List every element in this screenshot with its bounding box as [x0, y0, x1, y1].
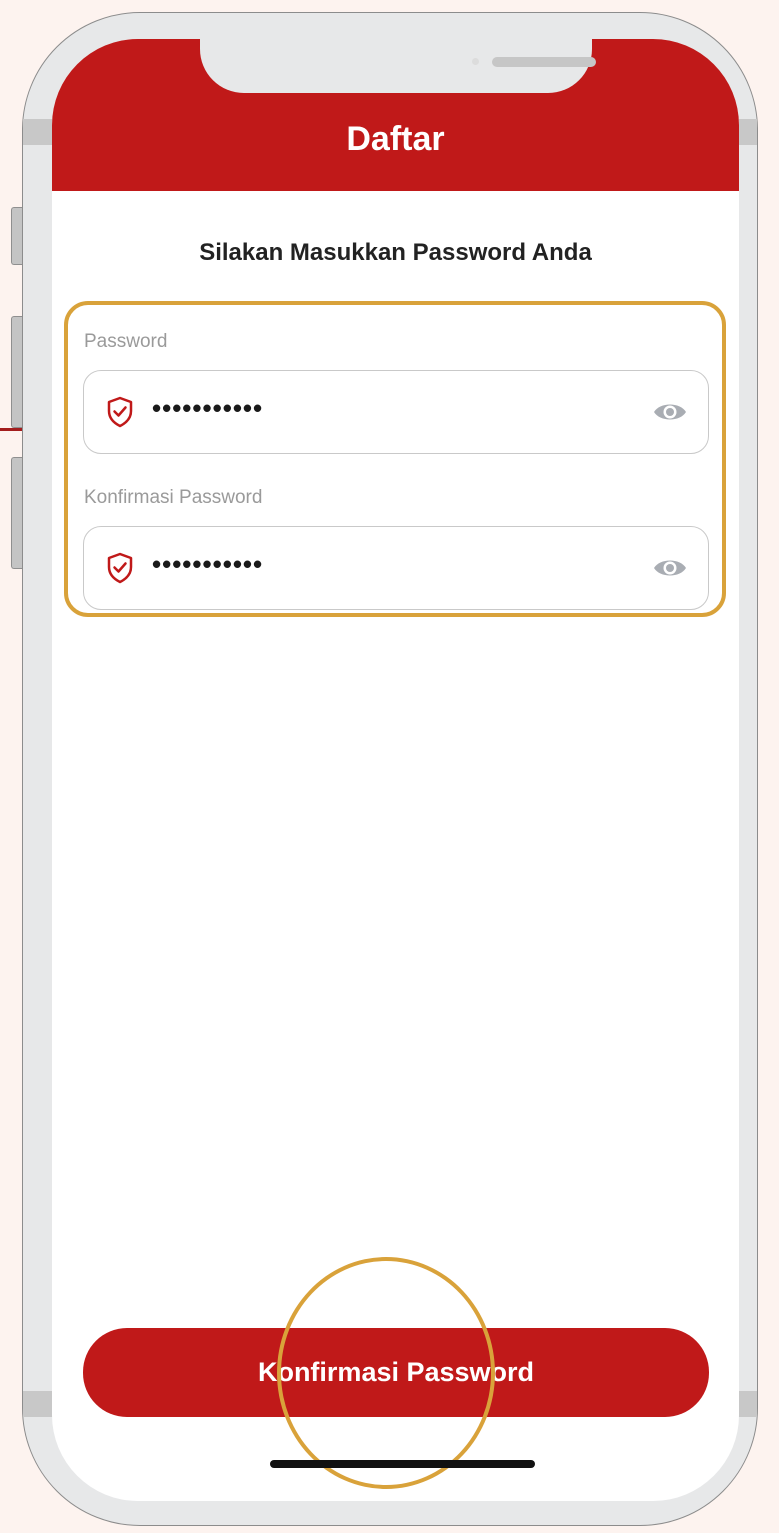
confirm-password-field[interactable]: •••••••••••	[83, 526, 709, 610]
notch	[200, 39, 596, 93]
home-indicator	[270, 1460, 535, 1468]
shield-check-icon	[107, 552, 133, 584]
password-field[interactable]: •••••••••••	[83, 370, 709, 454]
instruction-text: Silakan Masukkan Password Anda	[199, 239, 592, 266]
password-value: •••••••••••	[152, 393, 264, 423]
antenna-band	[23, 1391, 55, 1417]
confirm-password-label: Konfirmasi Password	[84, 487, 263, 508]
eye-icon[interactable]	[652, 399, 688, 425]
confirm-password-value: •••••••••••	[152, 549, 264, 579]
antenna-band	[23, 119, 55, 145]
app-screen: Daftar Silakan Masukkan Password Anda Pa…	[52, 39, 739, 1501]
confirm-password-button[interactable]: Konfirmasi Password	[83, 1328, 709, 1417]
password-label: Password	[84, 331, 168, 352]
speaker	[492, 57, 596, 67]
page-title: Daftar	[346, 120, 445, 158]
shield-check-icon	[107, 396, 133, 428]
camera	[472, 58, 479, 65]
eye-icon[interactable]	[652, 555, 688, 581]
